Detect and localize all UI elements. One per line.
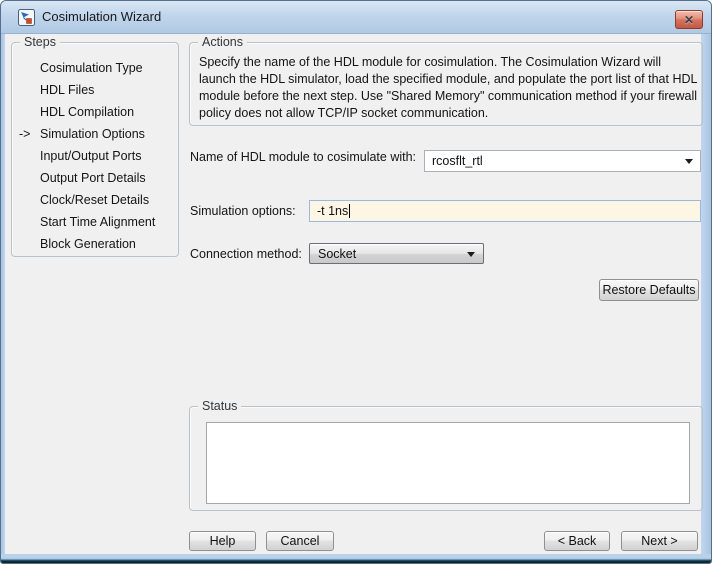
close-icon: ✕ (684, 14, 694, 26)
cancel-button[interactable]: Cancel (266, 531, 334, 551)
dropdown-arrow-icon (467, 252, 475, 257)
active-step-marker: -> (19, 123, 30, 145)
steps-list: Cosimulation Type HDL Files HDL Compilat… (12, 57, 178, 255)
steps-groupbox: Steps Cosimulation Type HDL Files HDL Co… (11, 42, 179, 257)
status-textarea[interactable] (206, 422, 690, 504)
steps-item-start-time-alignment: Start Time Alignment (12, 211, 178, 233)
status-group-label: Status (198, 399, 241, 414)
hdl-module-combobox[interactable] (424, 150, 701, 172)
hdl-module-label: Name of HDL module to cosimulate with: (190, 147, 416, 167)
steps-item-hdl-compilation: HDL Compilation (12, 101, 178, 123)
actions-group-label: Actions (198, 35, 247, 50)
close-button[interactable]: ✕ (675, 10, 703, 29)
simulation-options-label: Simulation options: (190, 201, 296, 221)
window-border-bottom (1, 554, 711, 563)
client-area: Steps Cosimulation Type HDL Files HDL Co… (5, 34, 701, 554)
actions-groupbox: Actions Specify the name of the HDL modu… (189, 42, 703, 126)
connection-method-value: Socket (318, 247, 356, 261)
connection-method-dropdown[interactable]: Socket (309, 243, 484, 264)
steps-group-label: Steps (20, 35, 60, 50)
simulation-options-input[interactable]: -t 1ns (309, 200, 701, 222)
app-icon (18, 9, 35, 26)
help-button[interactable]: Help (189, 531, 256, 551)
hdl-module-input[interactable] (425, 151, 700, 171)
simulation-options-value: -t 1ns (317, 204, 348, 218)
titlebar[interactable]: Cosimulation Wizard ✕ (1, 1, 711, 34)
actions-description: Specify the name of the HDL module for c… (199, 54, 697, 122)
status-groupbox: Status (189, 406, 703, 511)
next-button[interactable]: Next > (621, 531, 698, 551)
text-caret (349, 204, 350, 218)
steps-item-cosimulation-type: Cosimulation Type (12, 57, 178, 79)
back-button[interactable]: < Back (544, 531, 610, 551)
steps-item-block-generation: Block Generation (12, 233, 178, 255)
steps-item-clock-reset-details: Clock/Reset Details (12, 189, 178, 211)
steps-item-output-port-details: Output Port Details (12, 167, 178, 189)
window-title: Cosimulation Wizard (42, 9, 161, 24)
combobox-arrow-icon[interactable] (685, 159, 693, 164)
steps-item-hdl-files: HDL Files (12, 79, 178, 101)
steps-item-simulation-options: -> Simulation Options (12, 123, 178, 145)
cosimulation-wizard-window: Cosimulation Wizard ✕ Steps Cosimulation… (0, 0, 712, 564)
restore-defaults-button[interactable]: Restore Defaults (599, 279, 699, 301)
steps-item-input-output-ports: Input/Output Ports (12, 145, 178, 167)
connection-method-label: Connection method: (190, 244, 302, 264)
